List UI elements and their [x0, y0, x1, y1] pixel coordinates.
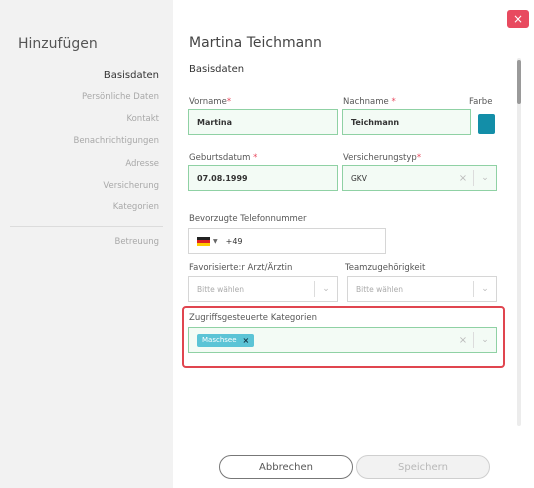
sidebar: Hinzufügen Basisdaten Persönliche Daten …	[0, 0, 173, 488]
cancel-button[interactable]: Abbrechen	[219, 455, 353, 479]
sidebar-title: Hinzufügen	[18, 36, 98, 52]
clear-icon[interactable]: ×	[453, 335, 473, 346]
save-button[interactable]: Speichern	[356, 455, 490, 479]
farbe-color-swatch[interactable]	[478, 114, 495, 134]
sidebar-item-versicherung[interactable]: Versicherung	[103, 181, 159, 191]
chevron-down-icon[interactable]: ⌄	[474, 173, 496, 183]
scrollbar-track[interactable]	[517, 58, 521, 426]
chevron-down-icon[interactable]: ⌄	[474, 284, 496, 294]
telefon-input[interactable]: ▼ +49	[188, 228, 386, 254]
geburtsdatum-label: Geburtsdatum *	[189, 153, 258, 163]
sidebar-item-kategorien[interactable]: Kategorien	[113, 202, 159, 212]
telefon-label: Bevorzugte Telefonnummer	[189, 214, 307, 224]
category-tag: Maschsee ×	[197, 333, 255, 347]
close-icon: ×	[512, 12, 524, 26]
versicherungstyp-select[interactable]: GKV × ⌄	[342, 165, 497, 191]
sidebar-divider	[10, 226, 163, 227]
germany-flag-icon[interactable]	[197, 236, 210, 246]
kategorien-label: Zugriffsgesteuerte Kategorien	[189, 313, 318, 323]
geburtsdatum-input[interactable]: 07.08.1999	[188, 165, 338, 191]
chevron-down-icon[interactable]: ⌄	[315, 284, 337, 294]
vorname-input[interactable]: Martina	[188, 109, 338, 135]
close-button[interactable]: ×	[507, 10, 529, 28]
vorname-label: Vorname*	[189, 97, 232, 107]
required-mark: *	[391, 97, 396, 107]
chevron-down-icon[interactable]: ⌄	[474, 335, 496, 345]
required-mark: *	[253, 153, 258, 163]
sidebar-item-kontakt[interactable]: Kontakt	[126, 114, 159, 124]
sidebar-item-persoenliche-daten[interactable]: Persönliche Daten	[82, 92, 159, 102]
nachname-input[interactable]: Teichmann	[342, 109, 471, 135]
required-mark: *	[226, 97, 232, 107]
main-panel: × Martina Teichmann Basisdaten Vorname* …	[173, 0, 534, 488]
sidebar-item-adresse[interactable]: Adresse	[125, 159, 159, 169]
remove-tag-icon[interactable]: ×	[243, 336, 250, 345]
arzt-label: Favorisierte:r Arzt/Ärztin	[189, 263, 293, 273]
sidebar-item-basisdaten[interactable]: Basisdaten	[104, 70, 159, 81]
required-mark: *	[416, 153, 422, 163]
team-select[interactable]: Bitte wählen ⌄	[347, 276, 497, 302]
team-label: Teamzugehörigkeit	[345, 263, 426, 273]
versicherungstyp-label: Versicherungstyp*	[343, 153, 422, 163]
kategorien-multiselect[interactable]: Maschsee × × ⌄	[188, 327, 497, 353]
scrollbar-thumb[interactable]	[517, 60, 521, 104]
section-title: Basisdaten	[189, 64, 245, 75]
nachname-label: Nachname *	[343, 97, 396, 107]
page-title: Martina Teichmann	[189, 35, 322, 51]
caret-down-icon[interactable]: ▼	[213, 238, 218, 245]
clear-icon[interactable]: ×	[453, 173, 473, 184]
sidebar-item-benachrichtigungen[interactable]: Benachrichtigungen	[73, 136, 159, 146]
arzt-select[interactable]: Bitte wählen ⌄	[188, 276, 338, 302]
farbe-label: Farbe	[469, 97, 493, 107]
sidebar-item-betreuung[interactable]: Betreuung	[115, 237, 160, 247]
